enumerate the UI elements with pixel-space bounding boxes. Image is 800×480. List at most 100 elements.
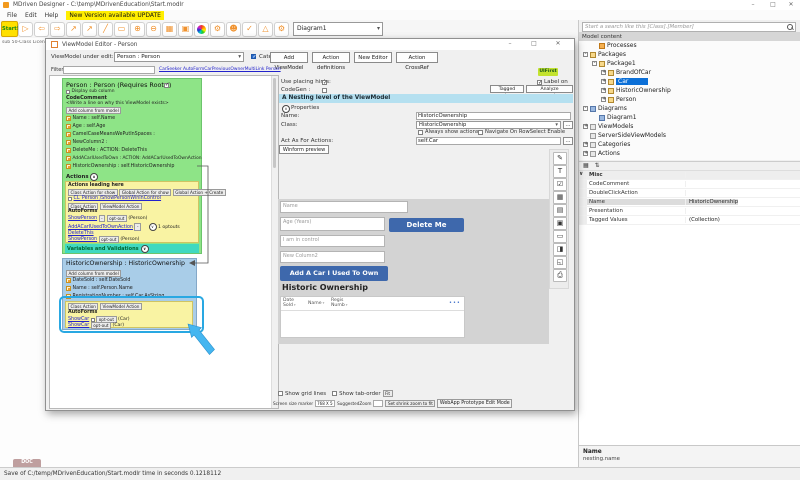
tree-item-actions[interactable]: +Actions bbox=[579, 149, 800, 158]
screen-icon[interactable]: ▭ bbox=[114, 22, 129, 37]
control-preview-field[interactable]: I am in control bbox=[280, 235, 385, 247]
property-row-doubleclickaction[interactable]: DoubleClickAction bbox=[579, 189, 800, 198]
tree-item-packages[interactable]: -Packages bbox=[579, 50, 800, 59]
screen-size-input[interactable] bbox=[315, 400, 335, 407]
shrink-zoom-button[interactable]: Set shrink zoom to fit bbox=[385, 400, 435, 407]
always-show-actions-checkbox[interactable] bbox=[418, 130, 423, 135]
act-as-input[interactable] bbox=[416, 137, 561, 145]
expand-icon[interactable]: + bbox=[583, 151, 588, 156]
collapse-icon[interactable]: ∧ bbox=[282, 105, 290, 113]
action-crossref-button[interactable]: Action CrossRef bbox=[396, 52, 438, 63]
action-definitions-button[interactable]: Action definitions bbox=[312, 52, 350, 63]
grid-menu-icon[interactable]: ••• bbox=[449, 300, 461, 306]
class-browse-button[interactable]: ... bbox=[563, 121, 573, 129]
back-icon[interactable]: ⇦ bbox=[34, 22, 49, 37]
filter-input[interactable] bbox=[63, 66, 155, 74]
tree-item-person[interactable]: +Person bbox=[579, 95, 800, 104]
forward-icon[interactable]: ⇨ bbox=[50, 22, 65, 37]
image-viewer-tool-icon[interactable]: ▣ bbox=[553, 217, 567, 230]
name-preview-field[interactable]: Name bbox=[280, 201, 408, 213]
diagram-selector[interactable]: Diagram1 ▾ bbox=[293, 22, 383, 36]
close-button[interactable]: ✕ bbox=[784, 1, 798, 8]
tree-item-package1[interactable]: -Package1 bbox=[579, 59, 800, 68]
new-editor-button[interactable]: New Editor bbox=[354, 52, 392, 63]
sort-alphabetical-icon[interactable]: ⇅ bbox=[595, 162, 600, 169]
editor-minimize-button[interactable]: – bbox=[502, 40, 518, 47]
maximize-button[interactable]: □ bbox=[766, 1, 780, 8]
placing-hints-checkbox[interactable] bbox=[322, 80, 327, 85]
age-preview-field[interactable]: Age (Years) bbox=[280, 217, 385, 231]
print-tool-icon[interactable]: ⎙ bbox=[553, 269, 567, 282]
property-category[interactable]: ∨Misc bbox=[579, 171, 800, 180]
draw-pointer-icon[interactable]: ↗ bbox=[82, 22, 97, 37]
act-as-browse-button[interactable]: ... bbox=[563, 137, 573, 145]
menu-file[interactable]: File bbox=[7, 12, 17, 19]
winform-preview-button[interactable]: Winform preview bbox=[279, 145, 329, 154]
tree-item-historicownership[interactable]: +HistoricOwnership bbox=[579, 86, 800, 95]
user-icon[interactable]: ☻ bbox=[226, 22, 241, 37]
viewmodel-under-edit-select[interactable]: Person : Person ▾ bbox=[114, 52, 244, 62]
expand-icon[interactable]: + bbox=[583, 124, 588, 129]
checkbox-tool-icon[interactable]: ☑ bbox=[553, 178, 567, 191]
vertical-scrollbar[interactable] bbox=[271, 76, 278, 408]
text-tool-icon[interactable]: T bbox=[553, 165, 567, 178]
expand-icon[interactable]: + bbox=[601, 70, 606, 75]
color-wheel-icon[interactable] bbox=[194, 22, 209, 37]
property-row-taggedvalues[interactable]: Tagged Values(Collection) bbox=[579, 216, 800, 225]
webapp-prototype-button[interactable]: WebApp Prototype Edit Mode bbox=[437, 399, 512, 408]
line-icon[interactable]: ╱ bbox=[98, 22, 113, 37]
expand-icon[interactable]: + bbox=[601, 97, 606, 102]
fit-button[interactable]: Fit bbox=[383, 390, 393, 397]
pointer-icon[interactable]: ↗ bbox=[66, 22, 81, 37]
minimize-button[interactable]: – bbox=[746, 1, 760, 8]
collapse-icon[interactable]: - bbox=[583, 52, 588, 57]
tree-item-diagram1[interactable]: Diagram1 bbox=[579, 113, 800, 122]
delete-me-button[interactable]: Delete Me bbox=[389, 218, 464, 232]
expand-icon[interactable]: + bbox=[601, 88, 606, 93]
menu-edit[interactable]: Edit bbox=[25, 12, 37, 19]
button-tool-icon[interactable]: ▭ bbox=[553, 230, 567, 243]
calendar-tool-icon[interactable]: ▤ bbox=[553, 204, 567, 217]
play-icon[interactable]: ▷ bbox=[18, 22, 33, 37]
picture-tool-icon[interactable]: ◱ bbox=[553, 256, 567, 269]
class-select[interactable]: HistoricOwnership ▾ bbox=[416, 121, 561, 129]
show-tab-order-checkbox[interactable] bbox=[332, 391, 337, 396]
tagged-values-button[interactable]: Tagged values bbox=[490, 85, 524, 93]
suggested-zoom-input[interactable] bbox=[373, 400, 383, 407]
grid-column-header[interactable]: Date Sold bbox=[283, 298, 305, 308]
grid-column-header[interactable]: Regis Numb bbox=[331, 298, 353, 308]
search-input[interactable] bbox=[582, 22, 796, 32]
tree-item-viewmodels[interactable]: +ViewModels bbox=[579, 122, 800, 131]
grid-tool-icon[interactable]: ▦ bbox=[553, 191, 567, 204]
show-grid-lines-checkbox[interactable] bbox=[278, 391, 283, 396]
menu-help[interactable]: Help bbox=[45, 12, 59, 19]
new-diagram-icon[interactable]: ▦ bbox=[162, 22, 177, 37]
name-input[interactable] bbox=[416, 112, 571, 120]
tree-item-car[interactable]: +Car bbox=[579, 77, 800, 86]
start-button[interactable]: Start! bbox=[1, 21, 18, 37]
newcolumn2-preview-field[interactable]: New Column2 bbox=[280, 251, 385, 263]
tree-item-categories[interactable]: +Categories bbox=[579, 140, 800, 149]
expand-icon[interactable]: + bbox=[583, 142, 588, 147]
grid-column-header[interactable]: Name bbox=[308, 301, 330, 306]
collapse-icon[interactable]: - bbox=[592, 61, 597, 66]
property-row-presentation[interactable]: Presentation bbox=[579, 207, 800, 216]
add-viewmodel-button[interactable]: Add ViewModel bbox=[270, 52, 308, 63]
cascade-windows-icon[interactable]: ▣ bbox=[178, 22, 193, 37]
update-notice[interactable]: New Version available UPDATE bbox=[66, 11, 164, 20]
property-row-codecomment[interactable]: CodeComment bbox=[579, 180, 800, 189]
property-row-name[interactable]: NameHistoricOwnership bbox=[579, 198, 800, 207]
image-tool-icon[interactable]: ◨ bbox=[553, 243, 567, 256]
tree-item-serversideviewmodels[interactable]: ServerSideViewModels bbox=[579, 131, 800, 140]
association-icon[interactable]: △ bbox=[258, 22, 273, 37]
zoom-out-icon[interactable]: ⊖ bbox=[146, 22, 161, 37]
editor-titlebar[interactable]: ViewModel Editor - Person – □ ✕ bbox=[46, 39, 574, 50]
codegen-checkbox[interactable] bbox=[322, 88, 327, 93]
zoom-in-icon[interactable]: ⊕ bbox=[130, 22, 145, 37]
validate-check-icon[interactable]: ✓ bbox=[242, 22, 257, 37]
crossref-links[interactable]: CarSeeker AutoFormCarPreviousOwnerMultiL… bbox=[159, 67, 281, 72]
expand-icon[interactable]: + bbox=[601, 79, 606, 84]
settings-gear-icon[interactable]: ⚙ bbox=[274, 22, 289, 37]
edit-icon[interactable]: ✎ bbox=[553, 152, 567, 165]
navigate-rowselect-checkbox[interactable] bbox=[478, 130, 483, 135]
